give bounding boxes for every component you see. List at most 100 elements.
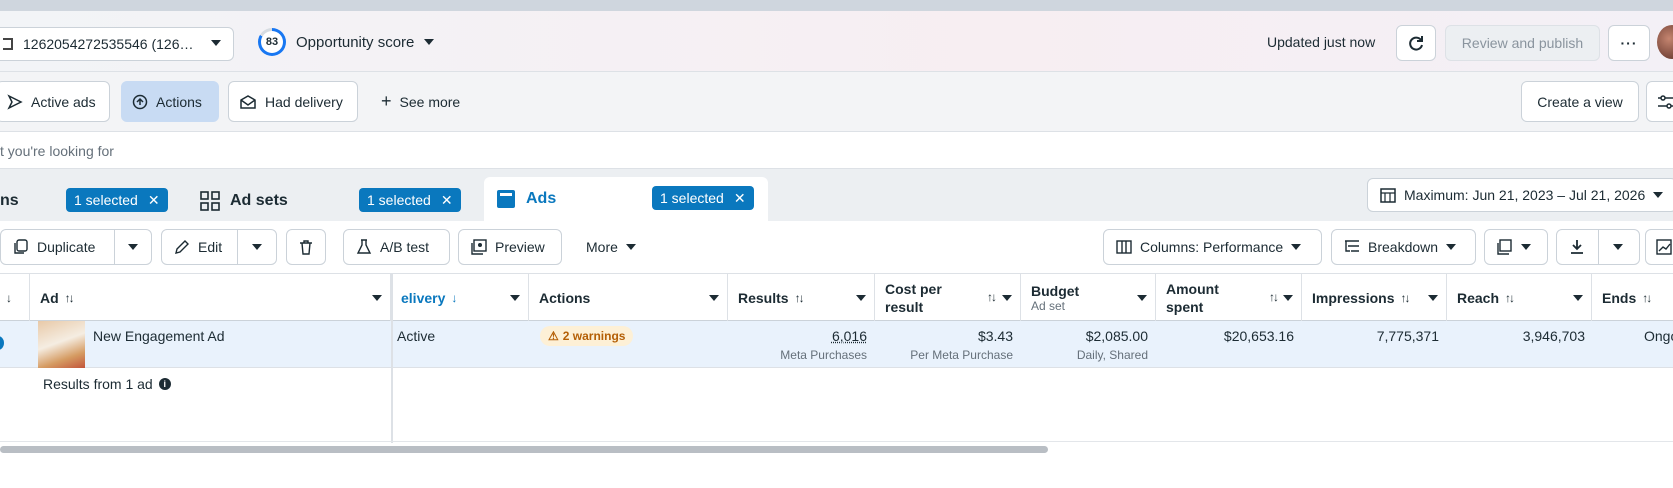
cost-value: $3.43 [978,328,1013,344]
warnings-badge[interactable]: ⚠ 2 warnings [540,326,633,346]
envelope-icon [239,94,257,110]
close-icon[interactable]: ✕ [148,192,160,209]
filter-active-ads[interactable]: Active ads [0,81,110,122]
preview-icon [471,239,487,255]
filter-had-delivery[interactable]: Had delivery [228,81,358,122]
sort-icon: ↑↓ [1400,291,1408,305]
search-input[interactable]: t you're looking for [0,132,1673,169]
column-actions[interactable]: Actions [529,274,728,322]
adsets-selected-badge[interactable]: 1 selected ✕ [359,188,461,212]
table-bottom-border [0,441,1673,442]
ab-test-button[interactable]: A/B test [343,229,450,265]
warning-icon: ⚠ [548,329,559,343]
chart-icon [1656,239,1672,255]
sort-down-icon: ↓ [451,291,455,305]
chevron-down-icon[interactable] [1428,295,1438,301]
frozen-column-divider [391,273,393,443]
calendar-icon [1380,187,1396,203]
column-reach[interactable]: Reach ↑↓ [1447,274,1592,322]
chevron-down-icon[interactable] [856,295,866,301]
ad-name[interactable]: New Engagement Ad [93,328,225,344]
date-range-label: Maximum: Jun 21, 2023 – Jul 21, 2026 [1404,187,1645,203]
trash-icon [298,239,314,255]
chevron-down-icon[interactable] [1002,295,1012,301]
level-tabs: ns 1 selected ✕ Ad sets 1 selected ✕ Ads… [0,169,1673,221]
more-label: More [586,239,618,255]
column-budget[interactable]: Budget Ad set [1021,274,1156,322]
chevron-down-icon[interactable] [1613,244,1623,250]
campaigns-selected-badge[interactable]: 1 selected ✕ [66,188,168,212]
account-selector[interactable]: 1262054272535546 (126… [0,27,234,61]
delete-button[interactable] [286,229,326,265]
column-impressions[interactable]: Impressions ↑↓ [1302,274,1447,322]
duplicate-button[interactable]: Duplicate [0,229,152,265]
chevron-down-icon [1291,244,1301,250]
tab-campaigns-label: ns [0,192,19,210]
more-options-button[interactable]: ··· [1608,25,1650,61]
row-toggle[interactable] [0,336,4,350]
create-view-label: Create a view [1537,94,1623,110]
ab-test-label: A/B test [380,239,429,255]
columns-icon [1116,239,1132,255]
export-button[interactable] [1556,229,1640,265]
breakdown-icon [1344,239,1360,255]
chevron-down-icon[interactable] [510,295,520,301]
column-amount-label: Amount spent [1166,280,1236,316]
results-value: 6,016 [832,328,867,344]
chevron-down-icon[interactable] [709,295,719,301]
close-icon[interactable]: ✕ [441,192,453,209]
column-cost-label: Cost per result [885,280,955,316]
sliders-icon [1657,94,1673,110]
results-sub: Meta Purchases [742,348,867,362]
chevron-down-icon [1653,192,1663,198]
date-range-picker[interactable]: Maximum: Jun 21, 2023 – Jul 21, 2026 [1367,178,1673,212]
column-delivery[interactable]: elivery ↓ [391,274,529,322]
ad-thumbnail [38,321,85,368]
column-ends[interactable]: Ends ↑↓ [1592,274,1673,322]
chevron-down-icon[interactable] [252,244,262,250]
close-icon[interactable]: ✕ [734,190,746,207]
chevron-down-icon[interactable] [1573,295,1583,301]
columns-button[interactable]: Columns: Performance [1103,229,1322,265]
edit-label: Edit [198,239,222,255]
chevron-down-icon[interactable] [372,295,382,301]
horizontal-scrollbar[interactable] [0,446,1048,453]
column-ad[interactable]: Ad ↑↓ [30,274,391,322]
refresh-button[interactable] [1396,25,1436,61]
reports-button[interactable] [1484,229,1548,265]
tab-ads[interactable]: Ads 1 selected ✕ [484,177,768,221]
chevron-down-icon[interactable] [1283,295,1293,301]
preview-label: Preview [495,239,545,255]
avatar[interactable] [1657,25,1673,59]
impressions-value: 7,775,371 [1306,328,1439,344]
results-summary-label: Results from 1 ad [43,376,153,392]
chevron-down-icon[interactable] [128,244,138,250]
updated-status: Updated just now [1267,34,1375,50]
column-amount-spent[interactable]: Amount spent ↑↓ [1156,274,1302,322]
top-bar: 1262054272535546 (126… 83 Opportunity sc… [0,11,1673,72]
column-results[interactable]: Results ↑↓ [728,274,875,322]
charts-button[interactable] [1645,229,1673,265]
create-view-button[interactable]: Create a view [1521,81,1639,122]
breakdown-button[interactable]: Breakdown [1331,229,1476,265]
edit-button[interactable]: Edit [161,229,277,265]
cost-cell: $3.43 Per Meta Purchase [880,328,1013,362]
column-cost-per-result[interactable]: Cost per result ↑↓ [875,274,1021,322]
info-icon[interactable]: i [159,378,171,390]
warnings-label: 2 warnings [563,329,626,343]
table-row[interactable]: New Engagement Ad Active 6,016 Meta Purc… [0,321,1673,368]
filter-actions[interactable]: Actions [121,81,219,122]
preview-button[interactable]: Preview [458,229,562,265]
ads-selected-badge[interactable]: 1 selected ✕ [652,186,754,210]
review-publish-button[interactable]: Review and publish [1445,25,1600,61]
filter-had-delivery-label: Had delivery [265,94,343,110]
chevron-down-icon[interactable] [1137,295,1147,301]
search-placeholder: t you're looking for [0,143,114,159]
opportunity-score[interactable]: 83 Opportunity score [258,28,434,56]
see-more-button[interactable]: + See more [370,81,478,122]
tab-ad-sets[interactable]: Ad sets [200,181,288,221]
filter-settings-button[interactable] [1646,81,1673,122]
more-button[interactable]: More [573,229,653,265]
checkbox-column-header[interactable]: ↓ [0,274,30,322]
chevron-down-icon [424,39,434,45]
